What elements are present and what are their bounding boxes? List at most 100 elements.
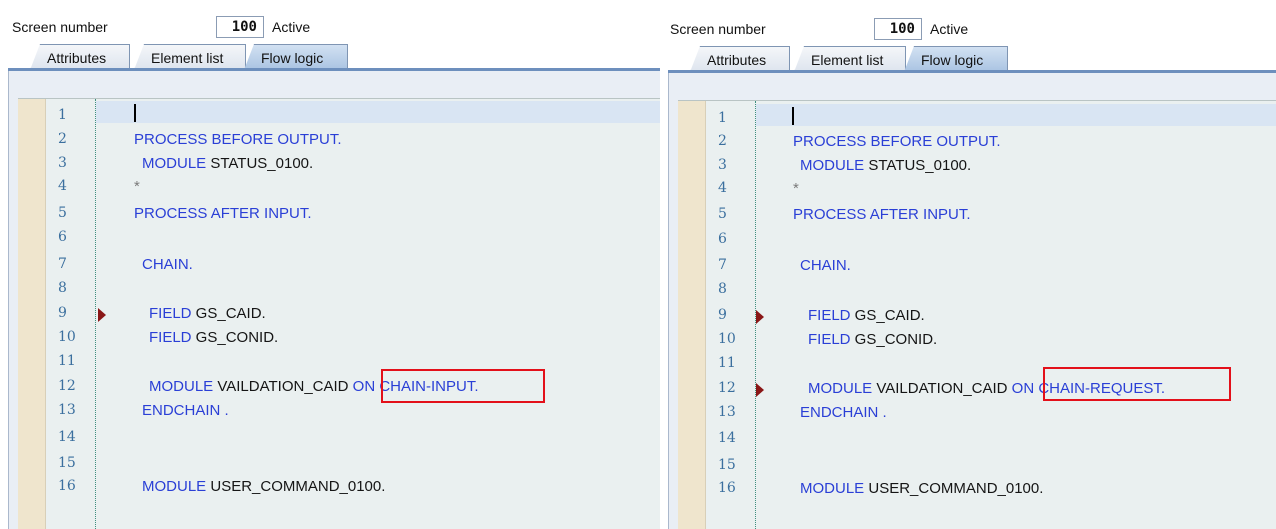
line-number: 9 [58,305,67,321]
code-line: 16 MODULE USER_COMMAND_0100. [678,480,1276,504]
code-line: 2 PROCESS BEFORE OUTPUT. [18,131,660,155]
code-identifier: USER_COMMAND_0100. [864,480,1044,497]
line-number: 2 [58,131,67,147]
code-line: 8 [18,280,660,304]
code-keyword: MODULE [800,480,865,497]
code-line: 12 MODULE VAILDATION_CAID ON CHAIN-INPUT… [18,378,660,402]
code-line: 5 PROCESS AFTER INPUT. [678,206,1276,230]
line-number: 13 [58,402,76,418]
line-number: 11 [718,355,736,371]
code-identifier: GS_CAID. [191,305,266,322]
code-identifier: GS_CONID. [191,329,279,346]
code-text: CHAIN. [142,256,193,273]
code-line: 7 CHAIN. [18,256,660,280]
code-identifier: VAILDATION_CAID [872,380,1012,397]
code-comment: * [134,178,140,195]
line-number: 3 [58,155,67,171]
line-number: 15 [718,457,736,473]
line-number: 15 [58,455,76,471]
breakpoint-marker-icon[interactable] [756,310,764,324]
code-keyword: MODULE [149,378,214,395]
tab-strip: Attributes Element list Flow logic [30,44,360,70]
code-identifier: GS_CONID. [850,331,938,348]
code-keyword: FIELD [149,329,192,346]
code-text: ENDCHAIN . [800,404,887,421]
status-text: Active [272,19,311,35]
code-identifier: GS_CAID. [850,307,925,324]
flow-logic-panel-left: Screen number 100 Active Attributes Elem… [0,0,660,529]
code-keyword: FIELD [149,305,192,322]
code-line: 16 MODULE USER_COMMAND_0100. [18,478,660,502]
code-text: ENDCHAIN . [142,402,229,419]
screen-number-label: Screen number [670,21,766,37]
line-number: 16 [718,480,736,496]
code-identifier: STATUS_0100. [864,157,972,174]
code-line: 15 [678,457,1276,481]
tab-attributes[interactable]: Attributes [690,46,790,72]
code-line: 13 ENDCHAIN . [18,402,660,426]
code-editor[interactable]: 1 2 PROCESS BEFORE OUTPUT. 3 MODULE STAT… [18,98,660,529]
line-number: 14 [58,429,76,445]
line-number: 5 [718,206,727,222]
screen-number-field[interactable]: 100 [874,18,922,40]
line-number: 10 [58,329,76,345]
line-number: 2 [718,133,727,149]
code-keyword: MODULE [142,155,207,172]
line-number: 13 [718,404,736,420]
code-line: 13 ENDCHAIN . [678,404,1276,428]
code-line: 1 [18,107,660,131]
code-line: 8 [678,281,1276,305]
code-identifier: USER_COMMAND_0100. [206,478,386,495]
code-line: 6 [18,229,660,253]
status-text: Active [930,21,969,37]
code-line: 11 [18,353,660,377]
code-line: 3 MODULE STATUS_0100. [18,155,660,179]
line-number: 7 [718,257,727,273]
code-line: 10 FIELD GS_CONID. [18,329,660,353]
screen-number-field[interactable]: 100 [216,16,264,38]
tab-flow-logic[interactable]: Flow logic [904,46,1008,72]
code-line: 7 CHAIN. [678,257,1276,281]
code-line: 4 * [18,178,660,202]
code-editor[interactable]: 1 2 PROCESS BEFORE OUTPUT. 3 MODULE STAT… [678,100,1276,529]
code-identifier: VAILDATION_CAID [213,378,353,395]
screen-header: Screen number 100 Active [0,14,660,40]
code-comment: * [793,180,799,197]
line-number: 8 [718,281,727,297]
code-line: 14 [678,430,1276,454]
line-number: 16 [58,478,76,494]
breakpoint-marker-icon[interactable] [98,308,106,322]
code-line: 4 * [678,180,1276,204]
line-number: 8 [58,280,67,296]
line-number: 6 [58,229,67,245]
code-keyword: FIELD [808,331,851,348]
line-number: 1 [58,107,67,123]
tab-element-list[interactable]: Element list [794,46,906,72]
code-line: 9 FIELD GS_CAID. [18,305,660,329]
code-line: 5 PROCESS AFTER INPUT. [18,205,660,229]
code-line: 6 [678,231,1276,255]
tab-flow-logic[interactable]: Flow logic [244,44,348,70]
code-keyword: MODULE [142,478,207,495]
line-number: 12 [58,378,76,394]
code-text: PROCESS AFTER INPUT. [134,205,312,222]
tab-strip: Attributes Element list Flow logic [690,46,1020,72]
breakpoint-marker-icon[interactable] [756,383,764,397]
line-number: 11 [58,353,76,369]
line-number: 4 [58,178,67,194]
tab-attributes[interactable]: Attributes [30,44,130,70]
code-text: CHAIN. [800,257,851,274]
line-number: 9 [718,307,727,323]
annotation-highlight-box [1043,367,1231,401]
line-number: 4 [718,180,727,196]
line-number: 3 [718,157,727,173]
tab-element-list[interactable]: Element list [134,44,246,70]
code-keyword: MODULE [808,380,873,397]
line-number: 5 [58,205,67,221]
code-text: PROCESS BEFORE OUTPUT. [793,133,1001,150]
code-identifier: STATUS_0100. [206,155,314,172]
line-number: 10 [718,331,736,347]
flow-logic-panel-right: Screen number 100 Active Attributes Elem… [660,0,1276,529]
screen-header: Screen number 100 Active [660,16,1276,42]
code-line: 1 [678,110,1276,134]
